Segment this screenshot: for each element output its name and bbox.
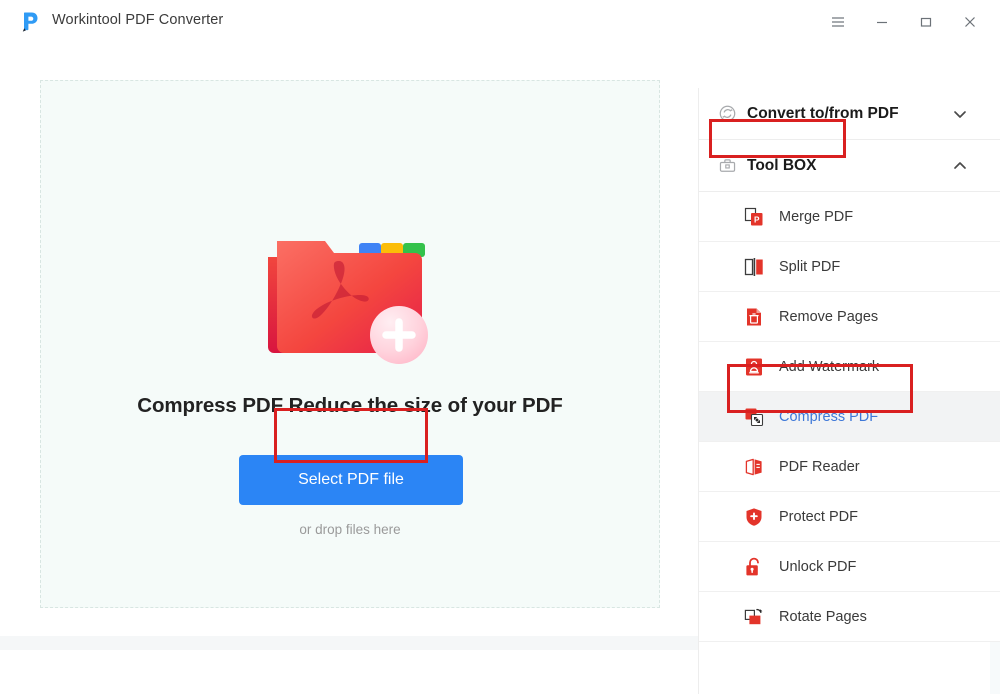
maximize-button[interactable] bbox=[904, 2, 948, 42]
sidebar-item-rotate-pages[interactable]: Rotate Pages bbox=[699, 592, 1000, 642]
close-button[interactable] bbox=[948, 2, 992, 42]
workintool-p-logo-icon bbox=[16, 9, 42, 35]
window-controls bbox=[816, 0, 992, 44]
rotate-pages-icon bbox=[743, 606, 765, 628]
protect-pdf-icon bbox=[743, 506, 765, 528]
pdf-reader-icon bbox=[743, 456, 765, 478]
sidebar-item-protect-pdf[interactable]: Protect PDF bbox=[699, 492, 1000, 542]
file-drop-zone[interactable]: Compress PDF Reduce the size of your PDF… bbox=[40, 80, 660, 608]
sidebar-group-convert[interactable]: Convert to/from PDF bbox=[699, 88, 1000, 140]
sidebar-item-unlock-pdf[interactable]: Unlock PDF bbox=[699, 542, 1000, 592]
sidebar-item-add-watermark-label: Add Watermark bbox=[779, 358, 880, 375]
compress-pdf-icon bbox=[743, 406, 765, 428]
remove-pages-icon bbox=[743, 306, 765, 328]
toolbox-item-list: P Merge PDF Split PDF Remove Pages Add W… bbox=[699, 192, 1000, 642]
sidebar-item-pdf-reader[interactable]: PDF Reader bbox=[699, 442, 1000, 492]
chevron-up-icon[interactable] bbox=[952, 158, 968, 174]
tools-sidebar: Convert to/from PDF Tool BOX P Merge PDF… bbox=[698, 88, 1000, 694]
unlock-pdf-icon bbox=[743, 556, 765, 578]
drop-files-hint: or drop files here bbox=[299, 522, 401, 537]
sidebar-item-protect-pdf-label: Protect PDF bbox=[779, 508, 858, 525]
svg-text:P: P bbox=[754, 215, 760, 224]
sidebar-item-split-pdf-label: Split PDF bbox=[779, 258, 841, 275]
sidebar-item-merge-pdf-label: Merge PDF bbox=[779, 208, 854, 225]
select-pdf-file-button[interactable]: Select PDF file bbox=[239, 455, 463, 505]
content-area: Compress PDF Reduce the size of your PDF… bbox=[0, 44, 1000, 694]
sidebar-item-compress-pdf-label: Compress PDF bbox=[779, 408, 879, 425]
toolbox-icon bbox=[717, 156, 737, 176]
sidebar-item-split-pdf[interactable]: Split PDF bbox=[699, 242, 1000, 292]
page-headline: Compress PDF Reduce the size of your PDF bbox=[137, 394, 563, 417]
app-window: Workintool PDF Converter Compress PDF Re… bbox=[0, 0, 1000, 694]
sidebar-item-remove-pages-label: Remove Pages bbox=[779, 308, 879, 325]
sidebar-group-toolbox-label: Tool BOX bbox=[747, 156, 817, 174]
sidebar-item-compress-pdf[interactable]: Compress PDF bbox=[699, 392, 1000, 442]
sidebar-group-toolbox[interactable]: Tool BOX bbox=[699, 140, 1000, 192]
sidebar-item-pdf-reader-label: PDF Reader bbox=[779, 458, 860, 475]
pdf-folder-add-icon bbox=[255, 227, 445, 367]
convert-circle-icon bbox=[717, 104, 737, 124]
add-watermark-icon bbox=[743, 356, 765, 378]
sidebar-item-rotate-pages-label: Rotate Pages bbox=[779, 608, 867, 625]
sidebar-item-unlock-pdf-label: Unlock PDF bbox=[779, 558, 857, 575]
merge-pdf-icon: P bbox=[743, 206, 765, 228]
minimize-button[interactable] bbox=[860, 2, 904, 42]
sidebar-item-merge-pdf[interactable]: P Merge PDF bbox=[699, 192, 1000, 242]
sidebar-group-convert-label: Convert to/from PDF bbox=[747, 104, 899, 122]
sidebar-item-remove-pages[interactable]: Remove Pages bbox=[699, 292, 1000, 342]
title-bar: Workintool PDF Converter bbox=[0, 0, 1000, 44]
app-title: Workintool PDF Converter bbox=[52, 12, 224, 28]
menu-button[interactable] bbox=[816, 2, 860, 42]
split-pdf-icon bbox=[743, 256, 765, 278]
chevron-down-icon[interactable] bbox=[952, 106, 968, 122]
sidebar-item-add-watermark[interactable]: Add Watermark bbox=[699, 342, 1000, 392]
